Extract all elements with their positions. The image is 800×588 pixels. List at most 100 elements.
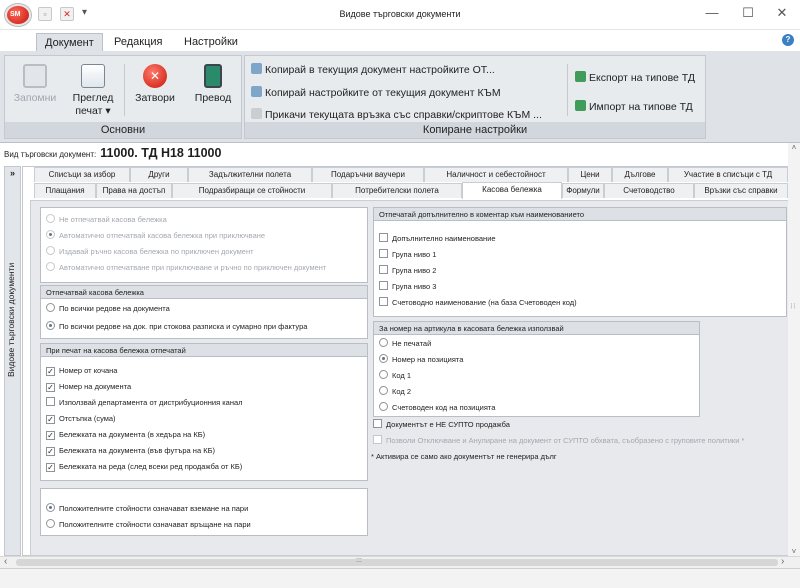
radio-positive-return[interactable]: Положителните стойности означават връщан… — [41, 517, 367, 533]
close-window-button[interactable]: ✕ — [770, 5, 794, 21]
option-label: Счетоводен код на позицията — [392, 403, 496, 412]
radio-accounting-code[interactable]: Счетоводен код на позицията — [374, 400, 699, 416]
option-label: Използвай департамента от дистрибуционни… — [59, 398, 243, 407]
ribbon-tab-settings[interactable]: Настройки — [176, 33, 246, 52]
group-header: При печат на касова бележка отпечатай — [41, 344, 367, 357]
help-icon[interactable]: ? — [782, 34, 794, 46]
ribbon-tab-edit[interactable]: Редакция — [106, 33, 170, 52]
tab-gift-vouchers[interactable]: Подаръчни ваучери — [312, 167, 424, 182]
tab-prices[interactable]: Цени — [568, 167, 612, 182]
checkbox-accounting-name[interactable]: Счетоводно наименование (на база Счетово… — [374, 295, 786, 311]
ribbon-group-basic: Запомни Преглед печат ▾ ✕ Затвори Превод… — [4, 55, 242, 139]
copy-settings-to-button[interactable]: Копирай в текущия документ настройките О… — [251, 61, 495, 79]
export-icon — [575, 71, 586, 82]
scroll-up-icon[interactable]: ˄ — [788, 143, 800, 152]
checkbox-not-supto[interactable]: Документът е НЕ СУПТО продажба — [368, 417, 510, 433]
option-label: Номер от кочана — [59, 366, 118, 375]
checkbox-icon — [379, 281, 388, 290]
ribbon-tab-bar: Документ Редакция Настройки ? — [0, 30, 800, 52]
tab-cash-receipt[interactable]: Касова бележка — [462, 182, 562, 199]
checkbox-note-footer[interactable]: ✓ Бележката на документа (във футъра на К… — [41, 443, 367, 459]
radio-rows-and-summary[interactable]: По всички редове на док. при стокова раз… — [41, 319, 367, 335]
checkbox-document-number[interactable]: ✓ Номер на документа — [41, 379, 367, 395]
tab-other[interactable]: Други — [130, 167, 188, 182]
tab-stock-cost[interactable]: Наличност и себестойност — [424, 167, 568, 182]
scroll-down-icon[interactable]: ˅ — [788, 547, 800, 556]
radio-icon — [379, 338, 388, 347]
radio-icon — [379, 354, 388, 363]
maximize-button[interactable]: ☐ — [736, 5, 760, 21]
radio-manual-receipt[interactable]: Издавай ръчно касова бележка по приключе… — [41, 244, 367, 260]
tab-selection-lists[interactable]: Списъци за избор — [34, 167, 130, 182]
expand-panel-icon[interactable]: » — [5, 167, 20, 179]
checkbox-row-note[interactable]: ✓ Бележката на реда (след всеки ред прода… — [41, 459, 367, 475]
option-label: Бележката на реда (след всеки ред продаж… — [59, 462, 243, 471]
sign-options-group: Положителните стойности означават вземан… — [40, 488, 368, 536]
group-header: За номер на артикула в касовата бележка … — [374, 322, 699, 335]
radio-position-number[interactable]: Номер на позицията — [374, 352, 699, 368]
print-preview-button[interactable]: Преглед печат ▾ — [67, 64, 119, 118]
tab-accounting[interactable]: Счетоводство — [604, 183, 694, 198]
option-label: Не отпечатвай касова бележка — [59, 215, 167, 224]
print-receipt-group: Отпечатвай касова бележка По всички редо… — [40, 285, 368, 339]
checkbox-group-level-3[interactable]: Група ниво 3 — [374, 279, 786, 295]
checkbox-group-level-2[interactable]: Група ниво 2 — [374, 263, 786, 279]
scroll-right-icon[interactable]: › — [781, 556, 784, 567]
radio-code-1[interactable]: Код 1 — [374, 368, 699, 384]
radio-do-not-print[interactable]: Не печатай — [374, 336, 699, 352]
ribbon-tab-document[interactable]: Документ — [36, 33, 103, 52]
close-label: Затвори — [135, 92, 175, 104]
copy-from-label: Копирай настройките от текущия документ … — [265, 87, 501, 99]
option-label: Код 1 — [392, 371, 412, 380]
tab-access-rights[interactable]: Права на достъп — [96, 183, 172, 198]
title-bar: SM ▫ ✕ ▾ Видове търговски документи — ☐ … — [0, 0, 800, 30]
tab-required-fields[interactable]: Задължителни полета — [188, 167, 312, 182]
radio-icon — [46, 230, 55, 239]
tab-default-values[interactable]: Подразбиращи се стойности — [172, 183, 332, 198]
tab-formulas[interactable]: Формули — [562, 183, 604, 198]
scroll-grip[interactable]: ::: — [789, 303, 796, 309]
radio-positive-receive[interactable]: Положителните стойности означават вземан… — [41, 501, 367, 517]
radio-auto-receipt[interactable]: Автоматично отпечатвай касова бележка пр… — [41, 228, 367, 244]
separator — [567, 64, 568, 116]
checkbox-department[interactable]: Използвай департамента от дистрибуционни… — [41, 395, 367, 411]
radio-no-receipt[interactable]: Не отпечатвай касова бележка — [41, 212, 367, 228]
checkbox-note-header[interactable]: ✓ Бележката на документа (в хедъра на КБ) — [41, 427, 367, 443]
checkbox-discount[interactable]: ✓ Отстъпка (сума) — [41, 411, 367, 427]
copy-settings-from-button[interactable]: Копирай настройките от текущия документ … — [251, 84, 501, 102]
checkbox-group-level-1[interactable]: Група ниво 1 — [374, 247, 786, 263]
tab-report-links[interactable]: Връзки със справки — [694, 183, 788, 198]
checkbox-icon: ✓ — [46, 447, 55, 456]
tab-debts[interactable]: Дългове — [612, 167, 668, 182]
scroll-left-icon[interactable]: ‹ — [4, 556, 7, 567]
minimize-button[interactable]: — — [700, 5, 724, 20]
checkbox-additional-name[interactable]: Допълнително наименование — [374, 231, 786, 247]
checkbox-book-number[interactable]: ✓ Номер от кочана — [41, 363, 367, 379]
radio-all-rows[interactable]: По всички редове на документа — [41, 301, 367, 317]
vertical-scrollbar[interactable]: ˄ ::: ˅ — [788, 143, 800, 556]
scroll-thumb[interactable] — [16, 559, 778, 566]
radio-icon — [46, 303, 55, 312]
radio-code-2[interactable]: Код 2 — [374, 384, 699, 400]
radio-icon — [46, 246, 55, 255]
option-label: Бележката на документа (в хедъра на КБ) — [59, 430, 206, 439]
ribbon-group-copy: Копирай в текущия документ настройките О… — [244, 55, 706, 139]
save-button[interactable]: Запомни — [9, 64, 61, 105]
group-label-basic: Основни — [5, 122, 241, 138]
option-label: Номер на позицията — [392, 355, 464, 364]
radio-icon — [379, 386, 388, 395]
tab-user-fields[interactable]: Потребителски полета — [332, 183, 462, 198]
side-panel-tab[interactable]: » Видове търговски документи — [4, 166, 21, 556]
horizontal-scrollbar[interactable]: ‹ ::: › — [0, 556, 800, 568]
copy-icon — [251, 86, 262, 97]
translate-button[interactable]: Превод — [187, 64, 239, 105]
tab-payments[interactable]: Плащания — [34, 183, 96, 198]
tab-list-participation[interactable]: Участие в списъци с ТД — [668, 167, 788, 182]
radio-auto-and-manual-receipt[interactable]: Автоматично отпечатване при приключване … — [41, 260, 367, 276]
import-types-button[interactable]: Импорт на типове ТД — [575, 98, 693, 116]
close-document-button[interactable]: ✕ Затвори — [129, 64, 181, 105]
checkbox-icon: ✓ — [46, 431, 55, 440]
checkbox-allow-cancel[interactable]: Позволи Отключване и Анулиране на докуме… — [368, 433, 744, 449]
export-types-button[interactable]: Експорт на типове ТД — [575, 69, 695, 87]
checkbox-icon: ✓ — [46, 383, 55, 392]
